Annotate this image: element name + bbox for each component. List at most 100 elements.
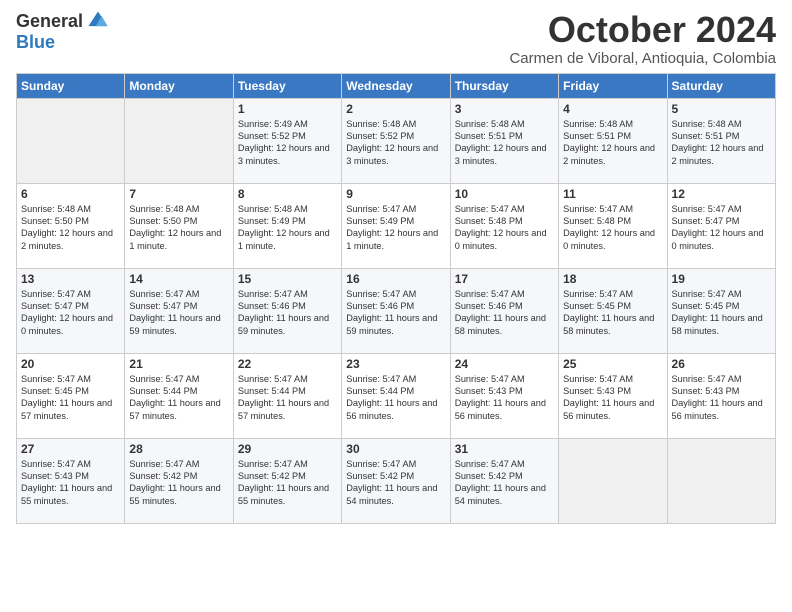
cell-info: Sunrise: 5:47 AM Sunset: 5:42 PM Dayligh… <box>346 458 445 508</box>
day-number: 30 <box>346 442 445 456</box>
cell-info: Sunrise: 5:47 AM Sunset: 5:45 PM Dayligh… <box>672 288 771 338</box>
day-number: 11 <box>563 187 662 201</box>
cell-info: Sunrise: 5:47 AM Sunset: 5:43 PM Dayligh… <box>563 373 662 423</box>
day-number: 14 <box>129 272 228 286</box>
calendar-cell: 25 Sunrise: 5:47 AM Sunset: 5:43 PM Dayli… <box>559 353 667 438</box>
cell-info: Sunrise: 5:47 AM Sunset: 5:44 PM Dayligh… <box>346 373 445 423</box>
day-number: 3 <box>455 102 554 116</box>
calendar-cell: 30 Sunrise: 5:47 AM Sunset: 5:42 PM Dayli… <box>342 438 450 523</box>
cell-info: Sunrise: 5:47 AM Sunset: 5:43 PM Dayligh… <box>21 458 120 508</box>
cell-info: Sunrise: 5:47 AM Sunset: 5:45 PM Dayligh… <box>21 373 120 423</box>
cell-info: Sunrise: 5:47 AM Sunset: 5:42 PM Dayligh… <box>238 458 337 508</box>
day-number: 29 <box>238 442 337 456</box>
calendar-cell: 6 Sunrise: 5:48 AM Sunset: 5:50 PM Daylig… <box>17 183 125 268</box>
logo-blue-text: Blue <box>16 32 55 53</box>
day-number: 17 <box>455 272 554 286</box>
cell-info: Sunrise: 5:47 AM Sunset: 5:47 PM Dayligh… <box>672 203 771 253</box>
cell-info: Sunrise: 5:48 AM Sunset: 5:51 PM Dayligh… <box>563 118 662 168</box>
calendar-cell: 17 Sunrise: 5:47 AM Sunset: 5:46 PM Dayli… <box>450 268 558 353</box>
calendar-cell: 27Sunrise: 5:47 AM Sunset: 5:43 PM Dayli… <box>17 438 125 523</box>
col-header-sunday: Sunday <box>17 73 125 98</box>
title-block: October 2024 Carmen de Viboral, Antioqui… <box>509 10 776 67</box>
day-number: 21 <box>129 357 228 371</box>
day-number: 4 <box>563 102 662 116</box>
day-number: 16 <box>346 272 445 286</box>
cell-info: Sunrise: 5:47 AM Sunset: 5:48 PM Dayligh… <box>563 203 662 253</box>
day-number: 25 <box>563 357 662 371</box>
month-title: October 2024 <box>509 10 776 50</box>
cell-info: Sunrise: 5:47 AM Sunset: 5:49 PM Dayligh… <box>346 203 445 253</box>
day-number: 26 <box>672 357 771 371</box>
calendar-table: SundayMondayTuesdayWednesdayThursdayFrid… <box>16 73 776 524</box>
cell-info: Sunrise: 5:47 AM Sunset: 5:42 PM Dayligh… <box>129 458 228 508</box>
cell-info: Sunrise: 5:47 AM Sunset: 5:47 PM Dayligh… <box>129 288 228 338</box>
page: General Blue October 2024 Carmen de Vibo… <box>0 0 792 612</box>
calendar-cell <box>667 438 775 523</box>
calendar-cell: 29 Sunrise: 5:47 AM Sunset: 5:42 PM Dayli… <box>233 438 341 523</box>
cell-info: Sunrise: 5:47 AM Sunset: 5:48 PM Dayligh… <box>455 203 554 253</box>
col-header-monday: Monday <box>125 73 233 98</box>
day-number: 10 <box>455 187 554 201</box>
calendar-week-row: 6 Sunrise: 5:48 AM Sunset: 5:50 PM Daylig… <box>17 183 776 268</box>
cell-info: Sunrise: 5:49 AM Sunset: 5:52 PM Dayligh… <box>238 118 337 168</box>
col-header-friday: Friday <box>559 73 667 98</box>
calendar-cell: 16Sunrise: 5:47 AM Sunset: 5:46 PM Dayli… <box>342 268 450 353</box>
calendar-week-row: 13 Sunrise: 5:47 AM Sunset: 5:47 PM Dayli… <box>17 268 776 353</box>
calendar-week-row: 27Sunrise: 5:47 AM Sunset: 5:43 PM Dayli… <box>17 438 776 523</box>
calendar-week-row: 20Sunrise: 5:47 AM Sunset: 5:45 PM Dayli… <box>17 353 776 438</box>
calendar-cell: 28 Sunrise: 5:47 AM Sunset: 5:42 PM Dayli… <box>125 438 233 523</box>
calendar-cell: 8Sunrise: 5:48 AM Sunset: 5:49 PM Daylig… <box>233 183 341 268</box>
calendar-week-row: 1 Sunrise: 5:49 AM Sunset: 5:52 PM Daylig… <box>17 98 776 183</box>
cell-info: Sunrise: 5:47 AM Sunset: 5:44 PM Dayligh… <box>129 373 228 423</box>
day-number: 28 <box>129 442 228 456</box>
day-number: 24 <box>455 357 554 371</box>
header: General Blue October 2024 Carmen de Vibo… <box>16 10 776 67</box>
calendar-cell: 2Sunrise: 5:48 AM Sunset: 5:52 PM Daylig… <box>342 98 450 183</box>
cell-info: Sunrise: 5:47 AM Sunset: 5:46 PM Dayligh… <box>455 288 554 338</box>
calendar-cell: 1 Sunrise: 5:49 AM Sunset: 5:52 PM Daylig… <box>233 98 341 183</box>
location-title: Carmen de Viboral, Antioquia, Colombia <box>509 50 776 67</box>
calendar-cell <box>125 98 233 183</box>
cell-info: Sunrise: 5:48 AM Sunset: 5:50 PM Dayligh… <box>21 203 120 253</box>
day-number: 7 <box>129 187 228 201</box>
calendar-cell <box>559 438 667 523</box>
calendar-cell: 4 Sunrise: 5:48 AM Sunset: 5:51 PM Daylig… <box>559 98 667 183</box>
cell-info: Sunrise: 5:47 AM Sunset: 5:43 PM Dayligh… <box>672 373 771 423</box>
cell-info: Sunrise: 5:47 AM Sunset: 5:44 PM Dayligh… <box>238 373 337 423</box>
calendar-cell: 9 Sunrise: 5:47 AM Sunset: 5:49 PM Daylig… <box>342 183 450 268</box>
col-header-wednesday: Wednesday <box>342 73 450 98</box>
day-number: 2 <box>346 102 445 116</box>
day-number: 18 <box>563 272 662 286</box>
calendar-cell: 10 Sunrise: 5:47 AM Sunset: 5:48 PM Dayli… <box>450 183 558 268</box>
calendar-cell: 20Sunrise: 5:47 AM Sunset: 5:45 PM Dayli… <box>17 353 125 438</box>
day-number: 6 <box>21 187 120 201</box>
day-number: 22 <box>238 357 337 371</box>
calendar-cell: 23Sunrise: 5:47 AM Sunset: 5:44 PM Dayli… <box>342 353 450 438</box>
calendar-cell: 18 Sunrise: 5:47 AM Sunset: 5:45 PM Dayli… <box>559 268 667 353</box>
cell-info: Sunrise: 5:47 AM Sunset: 5:46 PM Dayligh… <box>238 288 337 338</box>
calendar-cell: 19 Sunrise: 5:47 AM Sunset: 5:45 PM Dayli… <box>667 268 775 353</box>
logo-general-text: General <box>16 11 83 32</box>
calendar-header-row: SundayMondayTuesdayWednesdayThursdayFrid… <box>17 73 776 98</box>
day-number: 19 <box>672 272 771 286</box>
calendar-cell: 13Sunrise: 5:47 AM Sunset: 5:47 PM Dayli… <box>17 268 125 353</box>
calendar-cell: 12Sunrise: 5:47 AM Sunset: 5:47 PM Dayli… <box>667 183 775 268</box>
calendar-cell: 15 Sunrise: 5:47 AM Sunset: 5:46 PM Dayli… <box>233 268 341 353</box>
day-number: 15 <box>238 272 337 286</box>
day-number: 13 <box>21 272 120 286</box>
calendar-cell: 14 Sunrise: 5:47 AM Sunset: 5:47 PM Dayli… <box>125 268 233 353</box>
day-number: 5 <box>672 102 771 116</box>
cell-info: Sunrise: 5:47 AM Sunset: 5:45 PM Dayligh… <box>563 288 662 338</box>
day-number: 31 <box>455 442 554 456</box>
day-number: 1 <box>238 102 337 116</box>
calendar-cell: 22 Sunrise: 5:47 AM Sunset: 5:44 PM Dayli… <box>233 353 341 438</box>
calendar-cell: 7 Sunrise: 5:48 AM Sunset: 5:50 PM Daylig… <box>125 183 233 268</box>
cell-info: Sunrise: 5:47 AM Sunset: 5:43 PM Dayligh… <box>455 373 554 423</box>
cell-info: Sunrise: 5:48 AM Sunset: 5:50 PM Dayligh… <box>129 203 228 253</box>
day-number: 9 <box>346 187 445 201</box>
calendar-cell: 3Sunrise: 5:48 AM Sunset: 5:51 PM Daylig… <box>450 98 558 183</box>
col-header-thursday: Thursday <box>450 73 558 98</box>
calendar-cell: 11 Sunrise: 5:47 AM Sunset: 5:48 PM Dayli… <box>559 183 667 268</box>
cell-info: Sunrise: 5:48 AM Sunset: 5:49 PM Dayligh… <box>238 203 337 253</box>
col-header-tuesday: Tuesday <box>233 73 341 98</box>
